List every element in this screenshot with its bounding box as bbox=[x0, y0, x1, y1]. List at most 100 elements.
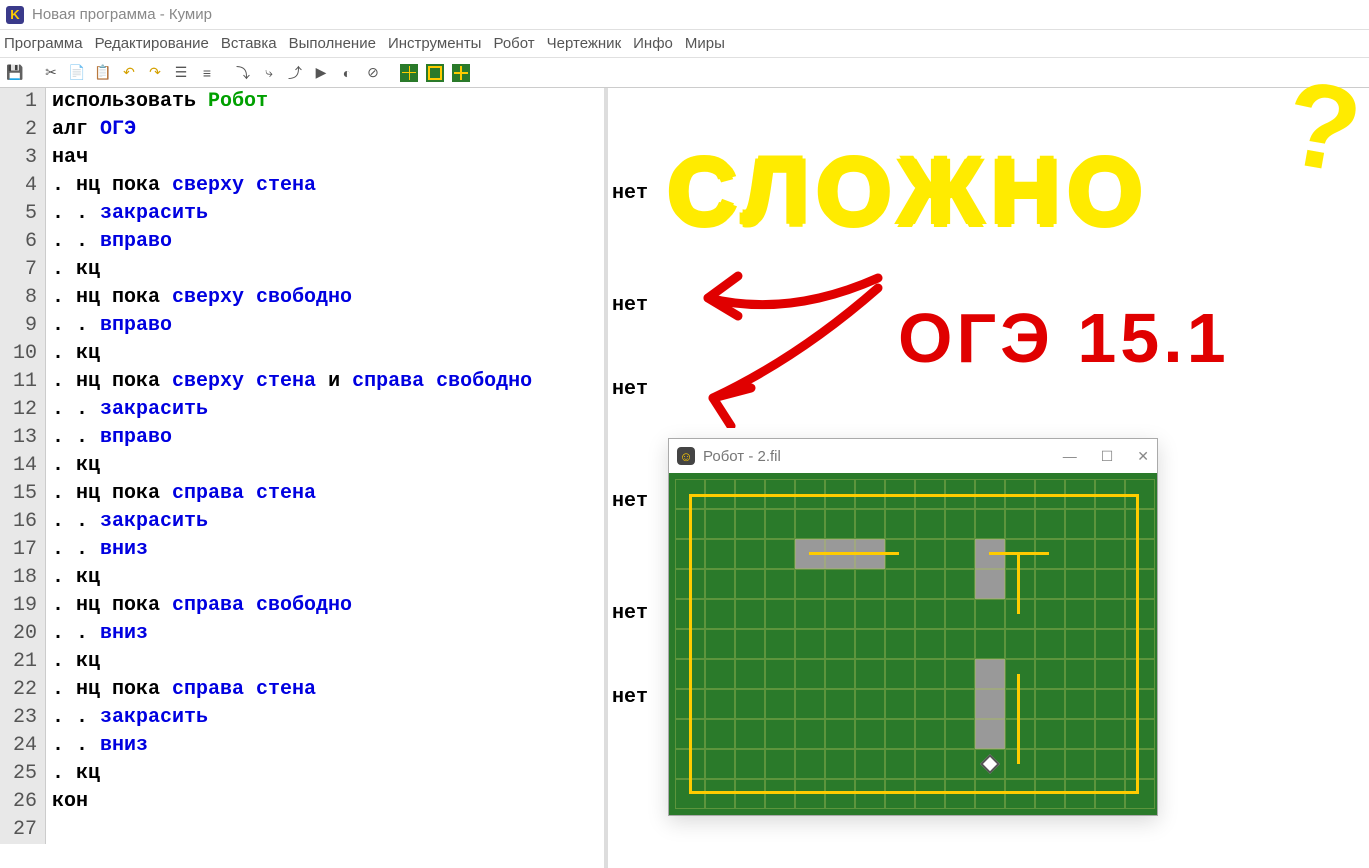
code-line[interactable]: 17. . вниз bbox=[0, 536, 604, 564]
code-line[interactable]: 11. нц пока сверху стена и справа свобод… bbox=[0, 368, 604, 396]
minimize-icon[interactable]: — bbox=[1063, 448, 1077, 465]
code-text[interactable]: . нц пока сверху свободно bbox=[46, 284, 352, 312]
frame-icon[interactable] bbox=[424, 62, 446, 84]
code-line[interactable]: 6. . вправо bbox=[0, 228, 604, 256]
menu-execution[interactable]: Выполнение bbox=[289, 35, 376, 52]
code-line[interactable]: 15. нц пока справа стена bbox=[0, 480, 604, 508]
code-line[interactable]: 16. . закрасить bbox=[0, 508, 604, 536]
code-line[interactable]: 25. кц bbox=[0, 760, 604, 788]
line-number: 20 bbox=[0, 620, 46, 648]
line-number: 26 bbox=[0, 788, 46, 816]
undo-icon[interactable]: ↶ bbox=[118, 62, 140, 84]
code-line[interactable]: 24. . вниз bbox=[0, 732, 604, 760]
code-text[interactable]: . кц bbox=[46, 760, 100, 788]
code-text[interactable]: . . вниз bbox=[46, 536, 148, 564]
grid-icon[interactable] bbox=[398, 62, 420, 84]
editor-pane[interactable]: 1использовать Робот2алг ОГЭ3нач4. нц пок… bbox=[0, 88, 608, 868]
code-text[interactable]: . кц bbox=[46, 564, 100, 592]
plus-icon[interactable] bbox=[450, 62, 472, 84]
code-line[interactable]: 5. . закрасить bbox=[0, 200, 604, 228]
maximize-icon[interactable]: ☐ bbox=[1101, 448, 1114, 465]
code-text[interactable] bbox=[46, 816, 52, 844]
code-text[interactable]: . . закрасить bbox=[46, 704, 208, 732]
menu-info[interactable]: Инфо bbox=[633, 35, 673, 52]
code-text[interactable]: . кц bbox=[46, 452, 100, 480]
code-line[interactable]: 18. кц bbox=[0, 564, 604, 592]
step-over-icon[interactable]: ⤷ bbox=[258, 62, 280, 84]
pause-icon[interactable]: ◐ bbox=[336, 62, 358, 84]
line-number: 15 bbox=[0, 480, 46, 508]
code-line[interactable]: 20. . вниз bbox=[0, 620, 604, 648]
code-line[interactable]: 22. нц пока справа стена bbox=[0, 676, 604, 704]
code-line[interactable]: 9. . вправо bbox=[0, 312, 604, 340]
code-text[interactable]: . кц bbox=[46, 648, 100, 676]
copy-icon[interactable]: 📄 bbox=[66, 62, 88, 84]
right-pane: нетнетнетнетнетнет СЛОЖНО ? ОГЭ 15.1 Роб… bbox=[608, 88, 1369, 868]
line-number: 18 bbox=[0, 564, 46, 592]
code-line[interactable]: 23. . закрасить bbox=[0, 704, 604, 732]
line-number: 27 bbox=[0, 816, 46, 844]
code-text[interactable]: нач bbox=[46, 144, 88, 172]
code-text[interactable]: . . вниз bbox=[46, 620, 148, 648]
code-line[interactable]: 13. . вправо bbox=[0, 424, 604, 452]
step-in-icon[interactable]: ⤵ bbox=[232, 62, 254, 84]
run-icon[interactable]: ▶ bbox=[310, 62, 332, 84]
save-icon[interactable]: 💾 bbox=[4, 62, 26, 84]
code-line[interactable]: 2алг ОГЭ bbox=[0, 116, 604, 144]
menu-drawer[interactable]: Чертежник bbox=[547, 35, 622, 52]
code-line[interactable]: 27 bbox=[0, 816, 604, 844]
code-line[interactable]: 14. кц bbox=[0, 452, 604, 480]
window-title: Новая программа - Кумир bbox=[32, 6, 212, 23]
cut-icon[interactable]: ✂ bbox=[40, 62, 62, 84]
code-line[interactable]: 19. нц пока справа свободно bbox=[0, 592, 604, 620]
stop-icon[interactable]: ⊘ bbox=[362, 62, 384, 84]
code-line[interactable]: 10. кц bbox=[0, 340, 604, 368]
code[interactable]: 1использовать Робот2алг ОГЭ3нач4. нц пок… bbox=[0, 88, 604, 844]
titlebar: K Новая программа - Кумир bbox=[0, 0, 1369, 30]
code-text[interactable]: . . вправо bbox=[46, 424, 172, 452]
code-line[interactable]: 4. нц пока сверху стена bbox=[0, 172, 604, 200]
code-text[interactable]: . нц пока справа стена bbox=[46, 676, 316, 704]
menu-tools[interactable]: Инструменты bbox=[388, 35, 482, 52]
code-text[interactable]: . . закрасить bbox=[46, 200, 208, 228]
robot-app-icon bbox=[677, 447, 695, 465]
line-number: 13 bbox=[0, 424, 46, 452]
code-line[interactable]: 8. нц пока сверху свободно bbox=[0, 284, 604, 312]
menu-robot[interactable]: Робот bbox=[493, 35, 534, 52]
code-line[interactable]: 26кон bbox=[0, 788, 604, 816]
list-icon[interactable]: ☰ bbox=[170, 62, 192, 84]
code-text[interactable]: . кц bbox=[46, 340, 100, 368]
menu-insert[interactable]: Вставка bbox=[221, 35, 277, 52]
code-line[interactable]: 7. кц bbox=[0, 256, 604, 284]
menu-program[interactable]: Программа bbox=[4, 35, 83, 52]
robot-titlebar[interactable]: Робот - 2.fil — ☐ ✕ bbox=[669, 439, 1157, 473]
code-line[interactable]: 3нач bbox=[0, 144, 604, 172]
wall bbox=[1017, 674, 1020, 764]
paste-icon[interactable]: 📋 bbox=[92, 62, 114, 84]
line-number: 24 bbox=[0, 732, 46, 760]
code-text[interactable]: . нц пока справа свободно bbox=[46, 592, 352, 620]
close-icon[interactable]: ✕ bbox=[1137, 448, 1149, 465]
code-text[interactable]: . кц bbox=[46, 256, 100, 284]
code-text[interactable]: . . вниз bbox=[46, 732, 148, 760]
robot-window[interactable]: Робот - 2.fil — ☐ ✕ bbox=[668, 438, 1158, 816]
menu-worlds[interactable]: Миры bbox=[685, 35, 725, 52]
code-line[interactable]: 1использовать Робот bbox=[0, 88, 604, 116]
code-line[interactable]: 12. . закрасить bbox=[0, 396, 604, 424]
code-text[interactable]: . нц пока сверху стена bbox=[46, 172, 316, 200]
code-text[interactable]: алг ОГЭ bbox=[46, 116, 136, 144]
redo-icon[interactable]: ↷ bbox=[144, 62, 166, 84]
code-text[interactable]: . . закрасить bbox=[46, 508, 208, 536]
code-text[interactable]: использовать Робот bbox=[46, 88, 268, 116]
code-text[interactable]: . . вправо bbox=[46, 312, 172, 340]
menu-edit[interactable]: Редактирование bbox=[95, 35, 209, 52]
code-text[interactable]: . нц пока справа стена bbox=[46, 480, 316, 508]
step-out-icon[interactable]: ⤴ bbox=[284, 62, 306, 84]
code-text[interactable]: . нц пока сверху стена и справа свободно bbox=[46, 368, 532, 396]
code-text[interactable]: . . закрасить bbox=[46, 396, 208, 424]
code-line[interactable]: 21. кц bbox=[0, 648, 604, 676]
code-text[interactable]: . . вправо bbox=[46, 228, 172, 256]
text-icon[interactable]: ≡ bbox=[196, 62, 218, 84]
robot-grid[interactable] bbox=[669, 473, 1157, 815]
code-text[interactable]: кон bbox=[46, 788, 88, 816]
